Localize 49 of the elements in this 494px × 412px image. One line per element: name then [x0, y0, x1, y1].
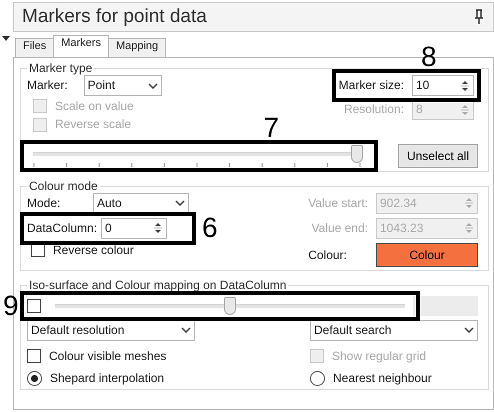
- slider-thumb[interactable]: [351, 144, 363, 163]
- marker-size-field[interactable]: 10: [412, 75, 474, 96]
- spin-arrows-icon[interactable]: [153, 221, 164, 236]
- field-label: DataColumn:: [27, 221, 98, 236]
- search-dropdown[interactable]: Default search: [310, 320, 478, 341]
- caret-icon[interactable]: [464, 327, 474, 334]
- field-label: Value end:: [312, 221, 368, 236]
- radio-button[interactable]: [310, 371, 325, 386]
- checkbox-label: Show regular grid: [332, 348, 426, 364]
- caret-icon[interactable]: [181, 327, 191, 334]
- mode-dropdown[interactable]: Auto: [93, 192, 189, 214]
- group-title: Marker type: [27, 61, 94, 75]
- resolution-dropdown[interactable]: Default resolution: [27, 320, 195, 341]
- radio-label: Shepard interpolation: [50, 371, 164, 386]
- field-label: Marker size:: [338, 78, 404, 93]
- field-label: Value start:: [308, 196, 368, 210]
- slider-thumb[interactable]: [224, 296, 236, 315]
- pin-icon[interactable]: [473, 9, 485, 25]
- checkbox-label: Reverse colour: [53, 242, 134, 258]
- disabled-panel: [413, 296, 478, 316]
- radio-button[interactable]: [27, 371, 42, 386]
- tab[interactable]: Files: [15, 38, 54, 57]
- callout-number: 6: [202, 214, 218, 242]
- caret-icon[interactable]: [175, 200, 185, 206]
- callout-number: 9: [3, 292, 19, 320]
- tick-marks-icon: [33, 162, 363, 167]
- group-title: Iso-surface and Colour mapping on DataColumn: [27, 278, 288, 292]
- colour-button[interactable]: Colour: [376, 242, 478, 267]
- data-column-field[interactable]: 0: [101, 218, 168, 239]
- marker-dropdown[interactable]: Point: [84, 75, 162, 96]
- checkbox-label: Colour visible meshes: [49, 348, 166, 364]
- field-label: Mode:: [27, 196, 62, 210]
- field-label: Marker:: [27, 78, 68, 93]
- unselect-all-button[interactable]: Unselect all: [398, 144, 478, 168]
- checkbox[interactable]: [27, 348, 41, 363]
- caret-icon[interactable]: [148, 82, 158, 88]
- window-title: Markers for point data: [22, 6, 207, 28]
- caret-icon[interactable]: [2, 36, 10, 41]
- group-title: Colour mode: [27, 178, 100, 193]
- checkbox[interactable]: [27, 298, 41, 313]
- checkbox-label: Scale on value: [55, 99, 134, 114]
- tab[interactable]: Mapping: [108, 38, 166, 57]
- spin-arrows-icon[interactable]: [460, 78, 470, 92]
- callout-number: 8: [421, 43, 437, 71]
- field-label: Resolution:: [344, 102, 404, 117]
- radio-label: Nearest neighbour: [333, 371, 432, 386]
- field-label: Colour:: [308, 248, 347, 262]
- checkbox-label: Reverse scale: [55, 117, 132, 132]
- callout-number: 7: [263, 114, 280, 142]
